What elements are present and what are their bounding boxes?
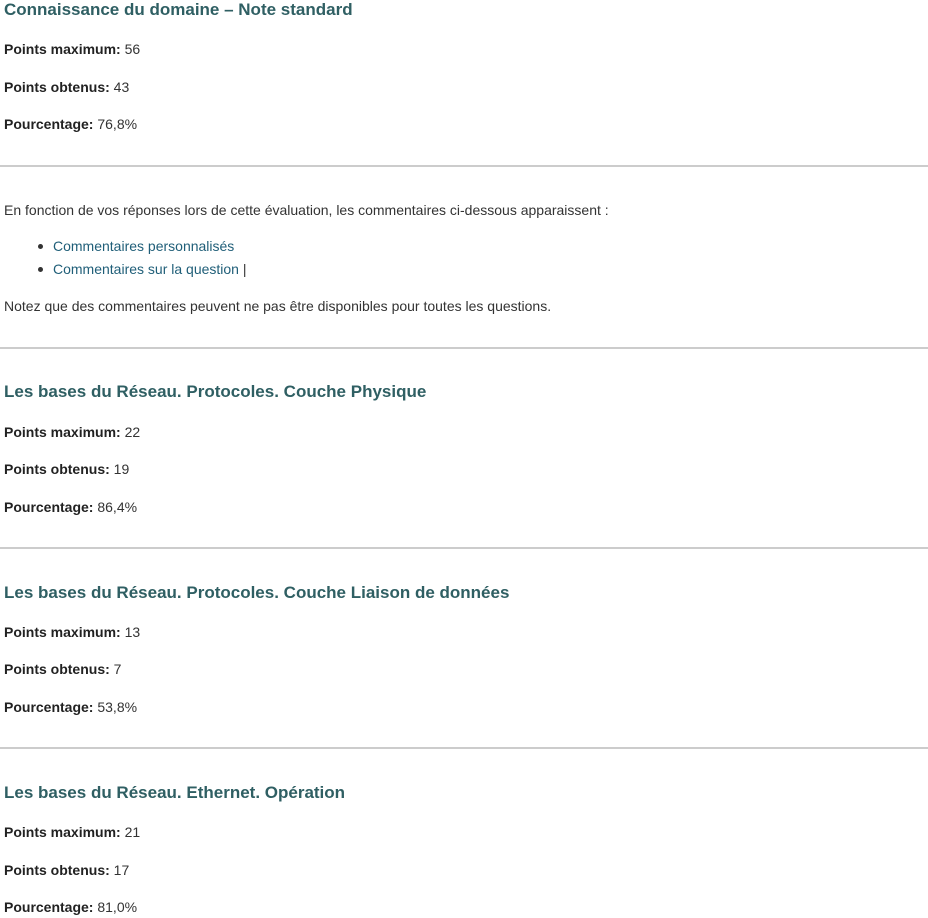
stat-max-points: Points maximum: 22 [4, 424, 140, 440]
question-comments-link-label: Commentaires sur la question [53, 261, 239, 277]
stat-obtained-points: Points obtenus: 17 [4, 862, 129, 878]
stat-max-points: Points maximum: 21 [4, 824, 140, 840]
bullet-icon [38, 267, 43, 272]
stat-value: 13 [124, 624, 141, 640]
stat-label: Pourcentage: [4, 899, 94, 915]
stat-obtained-points: Points obtenus: 7 [4, 661, 121, 677]
stat-value: 81,0% [97, 899, 138, 915]
section-divider [0, 165, 928, 167]
stat-obtained-points: Points obtenus: 43 [4, 79, 129, 95]
personalized-comments-link[interactable]: Commentaires personnalisés [53, 238, 234, 254]
stat-label: Points maximum: [4, 824, 121, 840]
stat-obtained-points: Points obtenus: 19 [4, 461, 129, 477]
feedback-intro: En fonction de vos réponses lors de cett… [4, 202, 609, 218]
section-title-physical-layer: Les bases du Réseau. Protocoles. Couche … [4, 382, 427, 401]
stat-percentage: Pourcentage: 81,0% [4, 899, 137, 915]
stat-value: 43 [113, 79, 130, 95]
stat-value: 22 [124, 424, 141, 440]
stat-label: Pourcentage: [4, 699, 94, 715]
stat-percentage: Pourcentage: 76,8% [4, 116, 137, 132]
stat-value: 76,8% [97, 116, 138, 132]
section-divider [0, 547, 928, 549]
stat-label: Points obtenus: [4, 461, 110, 477]
stat-label: Points maximum: [4, 424, 121, 440]
section-divider [0, 747, 928, 749]
stat-label: Points maximum: [4, 41, 121, 57]
stat-label: Points obtenus: [4, 79, 110, 95]
stat-value: 7 [113, 661, 122, 677]
stat-percentage: Pourcentage: 86,4% [4, 499, 137, 515]
stat-label: Pourcentage: [4, 116, 94, 132]
stat-label: Points maximum: [4, 624, 121, 640]
stat-value: 53,8% [97, 699, 138, 715]
stat-max-points: Points maximum: 56 [4, 41, 140, 57]
stat-label: Pourcentage: [4, 499, 94, 515]
stat-label: Points obtenus: [4, 862, 110, 878]
stat-value: 17 [113, 862, 130, 878]
bullet-icon [38, 244, 43, 249]
section-title-ethernet-operation: Les bases du Réseau. Ethernet. Opération [4, 783, 346, 802]
stat-percentage: Pourcentage: 53,8% [4, 699, 137, 715]
stat-value: 56 [124, 41, 141, 57]
stat-label: Points obtenus: [4, 661, 110, 677]
feedback-note: Notez que des commentaires peuvent ne pa… [4, 298, 552, 314]
link-separator: | [238, 261, 247, 277]
section-title-data-link-layer: Les bases du Réseau. Protocoles. Couche … [4, 583, 510, 602]
stat-value: 21 [124, 824, 141, 840]
section-divider [0, 347, 928, 349]
section-title-domain-knowledge: Connaissance du domaine – Note standard [4, 0, 353, 19]
stat-value: 19 [113, 461, 130, 477]
stat-max-points: Points maximum: 13 [4, 624, 140, 640]
stat-value: 86,4% [97, 499, 138, 515]
question-comments-link[interactable]: Commentaires sur la question | [53, 261, 247, 277]
